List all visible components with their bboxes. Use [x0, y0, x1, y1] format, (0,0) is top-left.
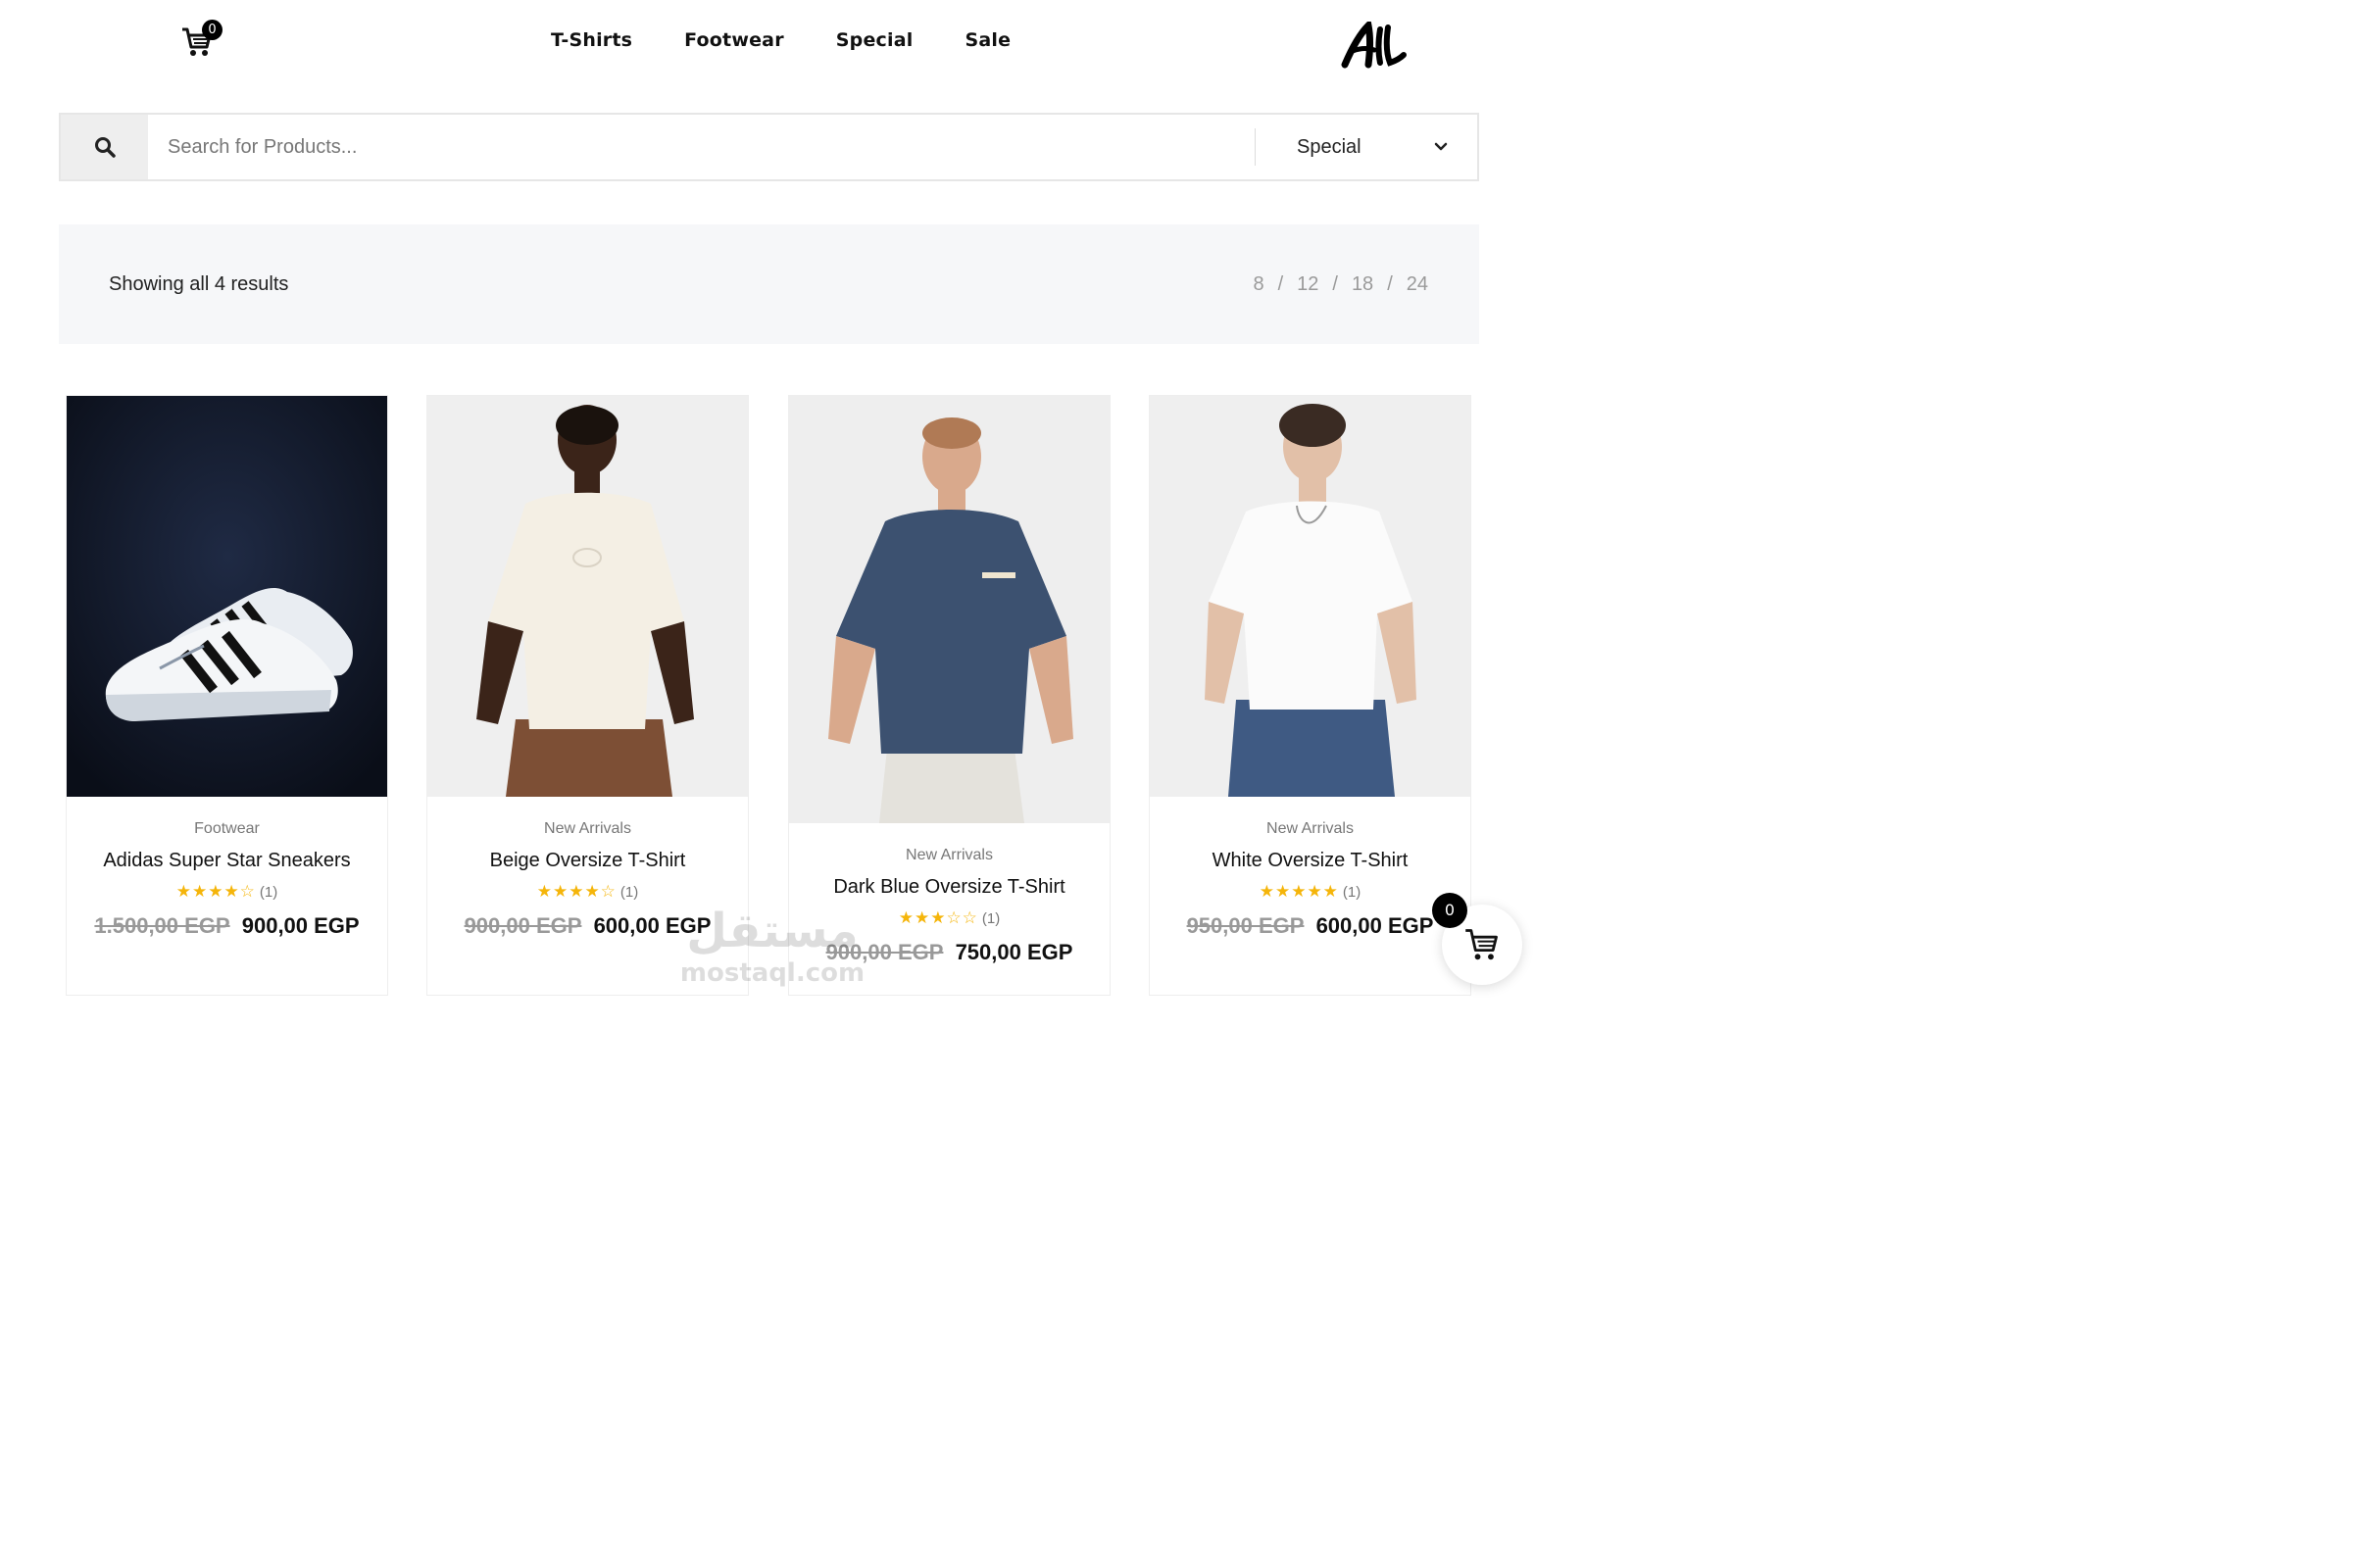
- cart-icon: [1465, 929, 1498, 960]
- search-button[interactable]: [61, 115, 148, 179]
- sale-price: 600,00 EGP: [593, 913, 712, 938]
- per-page-separator: /: [1387, 273, 1393, 295]
- product-title[interactable]: White Oversize T-Shirt: [1150, 850, 1470, 872]
- cart-count-badge: 0: [202, 20, 223, 40]
- per-page-separator: /: [1332, 273, 1338, 295]
- nav-item-special[interactable]: Special: [836, 29, 914, 51]
- product-price: 950,00 EGP 600,00 EGP: [1150, 913, 1470, 939]
- search-icon: [94, 137, 116, 158]
- brand-logo[interactable]: [1341, 18, 1408, 69]
- old-price: 900,00 EGP: [464, 913, 582, 938]
- search-input[interactable]: [148, 115, 1255, 179]
- category-select[interactable]: Special: [1256, 115, 1477, 179]
- old-price: 950,00 EGP: [1186, 913, 1305, 938]
- rating-count: (1): [1342, 883, 1361, 901]
- main-nav: T-Shirts Footwear Special Sale: [551, 29, 1011, 51]
- header-cart-button[interactable]: 0: [180, 20, 227, 63]
- product-card[interactable]: New Arrivals Beige Oversize T-Shirt ★★★★…: [426, 395, 749, 996]
- star-rating-icons: ★★★★★: [1259, 882, 1339, 901]
- category-select-value: Special: [1297, 135, 1361, 158]
- nav-item-tshirts[interactable]: T-Shirts: [551, 29, 632, 51]
- product-title[interactable]: Beige Oversize T-Shirt: [427, 850, 748, 872]
- product-image-dark-blue-tshirt[interactable]: [789, 396, 1110, 823]
- per-page-separator: /: [1277, 273, 1284, 295]
- results-toolbar: Showing all 4 results 8 / 12 / 18 / 24: [59, 224, 1479, 344]
- product-card[interactable]: New Arrivals Dark Blue Oversize T-Shirt …: [788, 395, 1111, 996]
- product-rating: ★★★★☆ (1): [67, 882, 387, 902]
- product-price: 900,00 EGP 750,00 EGP: [789, 940, 1110, 965]
- product-category[interactable]: New Arrivals: [1150, 820, 1470, 838]
- product-card[interactable]: Footwear Adidas Super Star Sneakers ★★★★…: [66, 395, 388, 996]
- per-page-option[interactable]: 12: [1297, 273, 1318, 296]
- floating-cart-count-badge: 0: [1432, 893, 1467, 928]
- product-title[interactable]: Dark Blue Oversize T-Shirt: [789, 876, 1110, 899]
- rating-count: (1): [619, 883, 639, 901]
- product-card[interactable]: New Arrivals White Oversize T-Shirt ★★★★…: [1149, 395, 1471, 996]
- product-price: 900,00 EGP 600,00 EGP: [427, 913, 748, 939]
- product-rating: ★★★★★ (1): [1150, 882, 1470, 902]
- nav-item-footwear[interactable]: Footwear: [684, 29, 784, 51]
- product-category[interactable]: New Arrivals: [427, 820, 748, 838]
- per-page-option[interactable]: 24: [1407, 273, 1428, 296]
- star-rating-icons: ★★★★☆: [536, 882, 617, 901]
- product-category[interactable]: New Arrivals: [789, 847, 1110, 864]
- product-image-white-tshirt[interactable]: [1150, 396, 1470, 797]
- product-rating: ★★★☆☆ (1): [789, 908, 1110, 928]
- product-title[interactable]: Adidas Super Star Sneakers: [67, 850, 387, 872]
- product-price: 1.500,00 EGP 900,00 EGP: [67, 913, 387, 939]
- per-page-selector: 8 / 12 / 18 / 24: [1253, 273, 1428, 296]
- product-rating: ★★★★☆ (1): [427, 882, 748, 902]
- product-category[interactable]: Footwear: [67, 820, 387, 838]
- chevron-down-icon: [1434, 142, 1448, 151]
- per-page-option[interactable]: 18: [1352, 273, 1373, 296]
- product-image-beige-tshirt[interactable]: [427, 396, 748, 797]
- product-image-sneakers[interactable]: [67, 396, 387, 797]
- rating-count: (1): [981, 909, 1001, 927]
- floating-cart-button[interactable]: 0: [1432, 893, 1522, 985]
- old-price: 1.500,00 EGP: [94, 913, 230, 938]
- search-bar: Special: [59, 113, 1479, 181]
- sale-price: 900,00 EGP: [241, 913, 360, 938]
- rating-count: (1): [259, 883, 278, 901]
- star-rating-icons: ★★★★☆: [175, 882, 256, 901]
- results-count: Showing all 4 results: [109, 273, 289, 295]
- sale-price: 750,00 EGP: [955, 940, 1073, 964]
- old-price: 900,00 EGP: [825, 940, 944, 964]
- per-page-option[interactable]: 8: [1253, 273, 1263, 296]
- star-rating-icons: ★★★☆☆: [898, 908, 978, 927]
- site-header: 0 T-Shirts Footwear Special Sale: [0, 0, 1537, 88]
- nav-item-sale[interactable]: Sale: [965, 29, 1011, 51]
- sale-price: 600,00 EGP: [1315, 913, 1434, 938]
